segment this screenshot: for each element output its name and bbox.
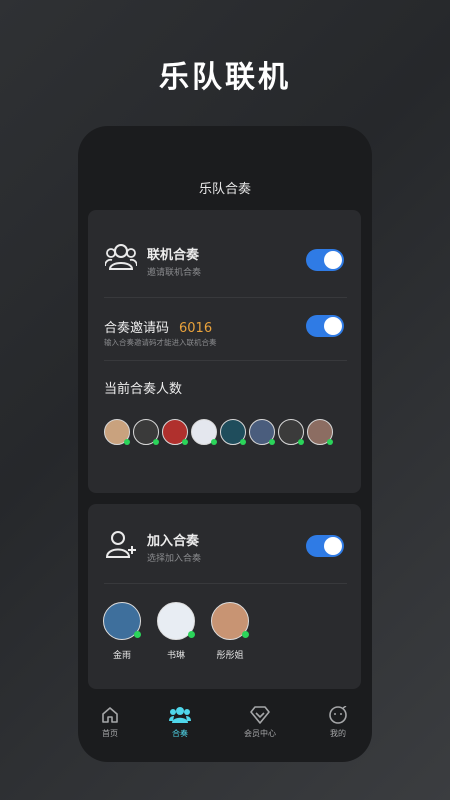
online-dot <box>327 439 333 445</box>
invite-code-label: 合奏邀请码 <box>104 321 170 336</box>
player-avatar[interactable] <box>104 419 130 445</box>
diamond-icon <box>250 706 270 724</box>
join-subtitle: 选择加入合奏 <box>147 554 202 564</box>
friend-name: 金雨 <box>112 651 131 661</box>
online-dot <box>211 439 217 445</box>
online-dot <box>242 631 249 638</box>
player-avatar[interactable] <box>249 419 275 445</box>
promo-title: 乐队联机 <box>159 60 291 95</box>
group-icon <box>169 707 191 723</box>
online-dot <box>124 439 130 445</box>
join-card: 加入合奏 选择加入合奏 金雨 书琳 彤彤姐 <box>88 504 361 689</box>
tab-home[interactable]: 首页 <box>80 706 140 739</box>
friend-item[interactable]: 金雨 <box>102 602 142 661</box>
divider <box>104 360 347 361</box>
tab-profile[interactable]: 我的 <box>308 706 368 739</box>
invite-code-value: 6016 <box>179 321 213 336</box>
tab-label: 我的 <box>330 729 346 738</box>
friend-name: 彤彤姐 <box>216 651 244 661</box>
invite-code-toggle[interactable] <box>306 315 344 337</box>
join-title: 加入合奏 <box>147 534 200 549</box>
profile-icon <box>329 706 347 724</box>
phone-screen: 乐队合奏 联机合奏 邀请联机合奏 合奏邀请码 6016 输入合奏邀请码才能进入联机… <box>78 126 372 762</box>
online-dot <box>153 439 159 445</box>
friend-avatar <box>211 602 249 640</box>
tab-label: 首页 <box>102 729 118 738</box>
friend-avatar <box>103 602 141 640</box>
online-play-title: 联机合奏 <box>147 248 200 263</box>
online-dot <box>188 631 195 638</box>
friend-avatar <box>157 602 195 640</box>
friend-name: 书琳 <box>166 651 185 661</box>
online-dot <box>269 439 275 445</box>
home-icon <box>102 707 118 723</box>
current-players-label: 当前合奏人数 <box>104 382 183 397</box>
users-icon <box>104 242 138 276</box>
page-title: 乐队合奏 <box>198 182 251 197</box>
online-dot <box>298 439 304 445</box>
divider <box>104 583 347 584</box>
player-avatar[interactable] <box>307 419 333 445</box>
online-play-toggle[interactable] <box>306 249 344 271</box>
online-dot <box>182 439 188 445</box>
online-dot <box>240 439 246 445</box>
join-toggle[interactable] <box>306 535 344 557</box>
invite-code-hint: 输入合奏邀请码才能进入联机合奏 <box>104 338 217 347</box>
player-avatar[interactable] <box>162 419 188 445</box>
player-avatar[interactable] <box>191 419 217 445</box>
tab-label: 合奏 <box>172 729 188 738</box>
friend-item[interactable]: 彤彤姐 <box>210 602 250 661</box>
friend-list: 金雨 书琳 彤彤姐 <box>102 602 250 661</box>
player-avatar[interactable] <box>220 419 246 445</box>
online-play-subtitle: 邀请联机合奏 <box>147 268 202 278</box>
player-avatar[interactable] <box>278 419 304 445</box>
invite-code-row: 合奏邀请码 6016 <box>104 317 212 336</box>
tab-ensemble[interactable]: 合奏 <box>150 706 210 739</box>
current-players-list <box>104 419 333 445</box>
online-settings-card: 联机合奏 邀请联机合奏 合奏邀请码 6016 输入合奏邀请码才能进入联机合奏 当前… <box>88 210 361 493</box>
bottom-tab-bar: 首页 合奏 会员中心 我的 <box>78 692 372 762</box>
tab-membership[interactable]: 会员中心 <box>230 706 290 739</box>
online-dot <box>134 631 141 638</box>
tab-label: 会员中心 <box>244 729 276 738</box>
friend-item[interactable]: 书琳 <box>156 602 196 661</box>
player-avatar[interactable] <box>133 419 159 445</box>
add-user-icon <box>105 530 136 564</box>
divider <box>104 297 347 298</box>
